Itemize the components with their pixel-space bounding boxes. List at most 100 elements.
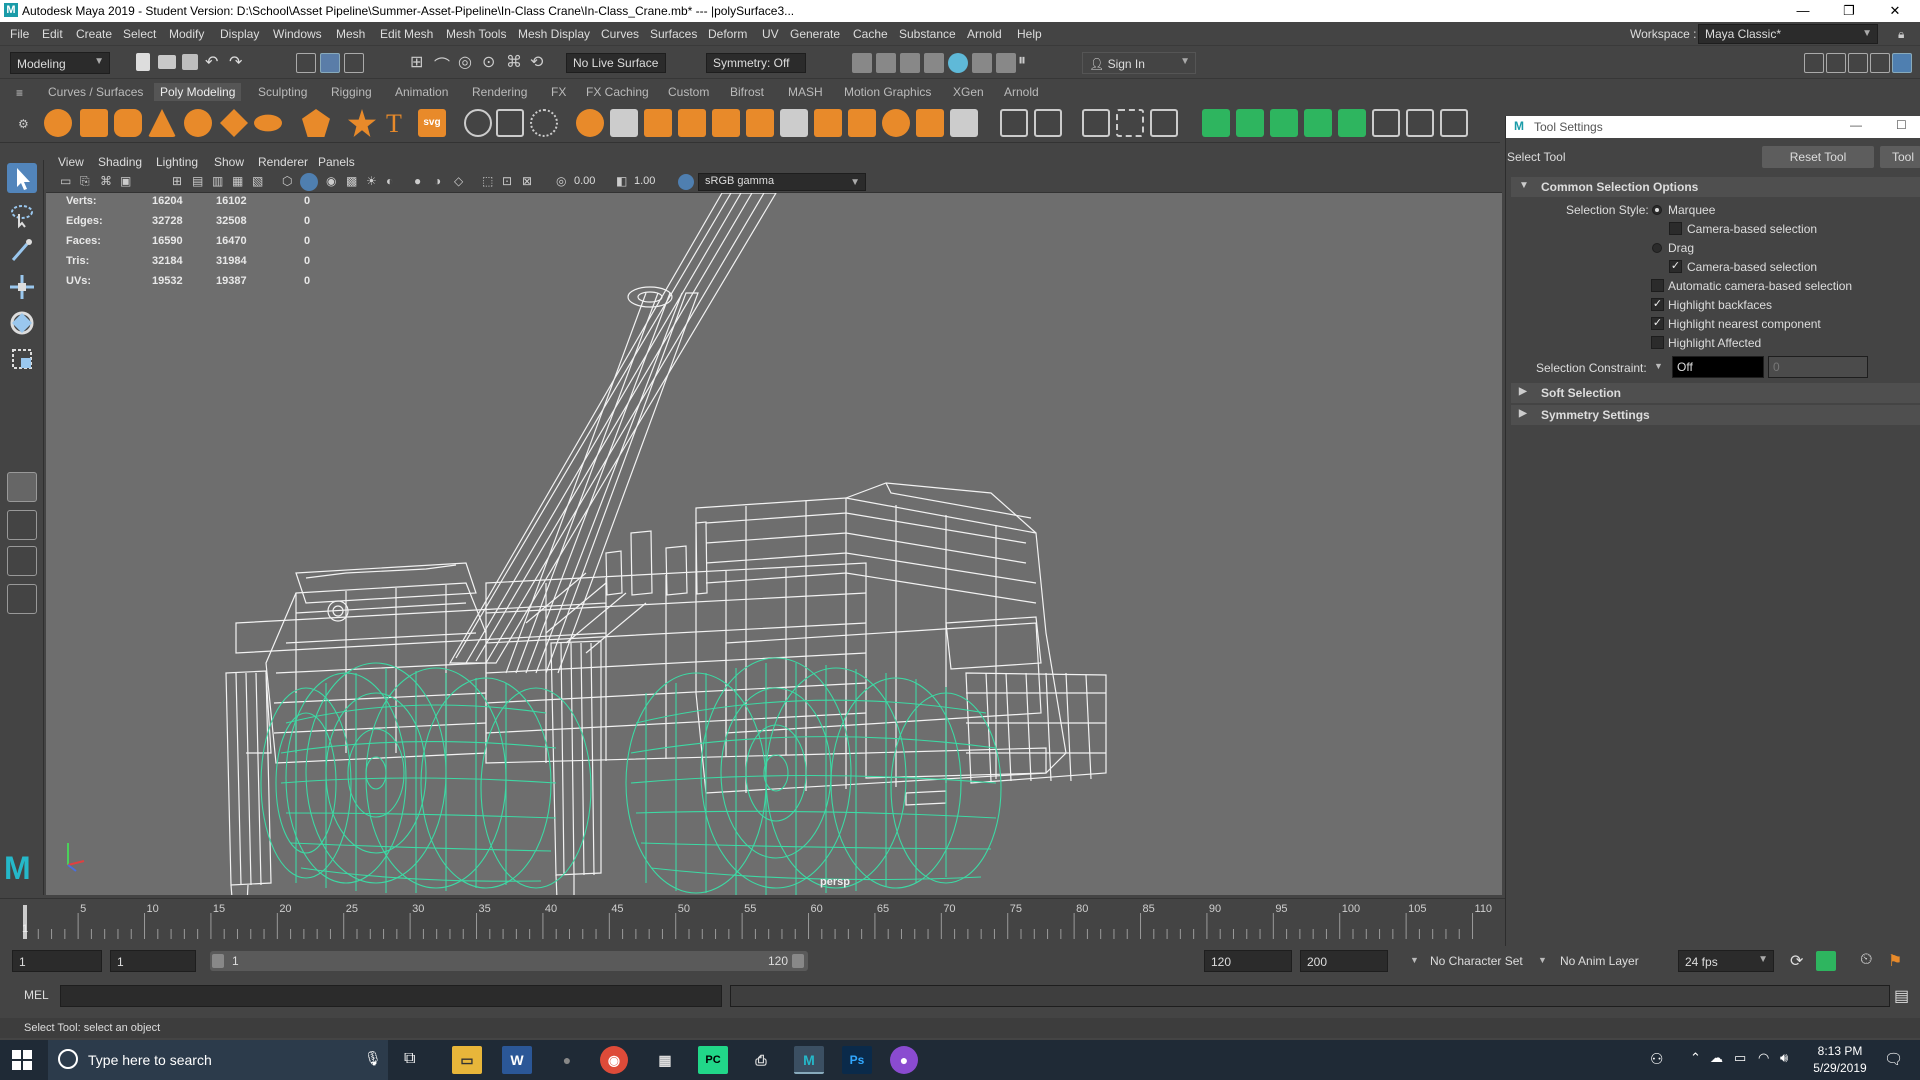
poly-cone-icon[interactable] (148, 109, 176, 137)
film-gate-icon[interactable]: ▤ (192, 174, 203, 188)
clock-time[interactable]: 8:13 PM (1808, 1044, 1872, 1058)
poly-sphere-icon[interactable] (44, 109, 72, 137)
hypershade-icon[interactable] (924, 53, 944, 73)
fill-hole-icon[interactable] (882, 109, 910, 137)
move-tool-icon[interactable] (7, 272, 37, 302)
new-scene-icon[interactable] (136, 53, 150, 71)
separate-icon[interactable] (610, 109, 638, 137)
character-set-chevron-icon[interactable]: ▼ (1410, 955, 1419, 965)
shelf-tab-curves-surfaces[interactable]: Curves / Surfaces (48, 85, 143, 99)
range-end-handle[interactable] (792, 954, 804, 968)
redo-icon[interactable]: ↷ (229, 52, 242, 72)
viewport-menu-renderer[interactable]: Renderer (258, 155, 308, 169)
snap-curve-icon[interactable]: ⌒ (434, 52, 450, 76)
anim-prefs-icon[interactable]: ⏲ (1860, 951, 1872, 969)
resolution-gate-icon[interactable]: ▥ (212, 174, 223, 188)
symmetry-settings-header[interactable]: ▶ Symmetry Settings (1511, 405, 1920, 425)
wifi-icon[interactable]: ◠ (1758, 1050, 1769, 1066)
shelf-tab-animation[interactable]: Animation (395, 85, 448, 99)
poly-disc-icon[interactable] (254, 114, 282, 132)
ipr-render-icon[interactable] (876, 53, 896, 73)
viewport-menu-panels[interactable]: Panels (318, 155, 355, 169)
menu-curves[interactable]: Curves (601, 27, 639, 41)
camera-attributes-icon[interactable]: ⎘ (80, 174, 90, 189)
edit-edge-flow-icon[interactable] (1150, 109, 1178, 137)
devices-icon[interactable]: ⎙ (746, 1046, 776, 1074)
extract-icon[interactable] (644, 109, 672, 137)
particle-tool-icon[interactable] (530, 109, 558, 137)
boolean-icon[interactable] (712, 109, 740, 137)
snap-surface-icon[interactable]: ⌘ (506, 52, 522, 72)
snap-live-icon[interactable]: ⟲ (530, 52, 543, 72)
paint-select-tool-icon[interactable] (7, 236, 37, 266)
shelf-menu-icon[interactable]: ≡ (16, 86, 23, 100)
select-component-icon[interactable] (344, 53, 364, 73)
live-surface-field[interactable]: No Live Surface (566, 53, 666, 73)
highlight-nearest-checkbox[interactable]: ✓ (1651, 317, 1664, 330)
sign-in-dropdown[interactable]: 👤︎ Sign In ▼ (1082, 52, 1196, 74)
shelf-tab-xgen[interactable]: XGen (953, 85, 984, 99)
camera-select-icon[interactable]: ▭ (60, 174, 71, 188)
marquee-radio[interactable] (1652, 205, 1662, 215)
soft-selection-header[interactable]: ▶ Soft Selection (1511, 383, 1920, 403)
photoshop-icon[interactable]: Ps (842, 1046, 872, 1074)
multi-cut-icon[interactable] (1000, 109, 1028, 137)
shelf-tab-bifrost[interactable]: Bifrost (730, 85, 764, 99)
smooth-shade-icon[interactable] (300, 173, 318, 191)
sculpt-tool-icon[interactable] (464, 109, 492, 137)
field-chart-icon[interactable]: ▧ (252, 174, 263, 188)
viewport-menu-shading[interactable]: Shading (98, 155, 142, 169)
word-icon[interactable]: W (502, 1046, 532, 1074)
shelf-tab-custom[interactable]: Custom (668, 85, 709, 99)
save-scene-icon[interactable] (182, 54, 198, 70)
viewport-menu-view[interactable]: View (58, 155, 84, 169)
script-editor-icon[interactable]: ▤ (1894, 986, 1909, 1006)
drag-radio[interactable] (1652, 243, 1662, 253)
range-start-handle[interactable] (212, 954, 224, 968)
shadows-icon[interactable]: ◐ (386, 174, 393, 188)
image-plane-icon[interactable]: ▣ (120, 174, 131, 188)
workspace-dropdown[interactable]: Maya Classic* ▼ (1698, 24, 1878, 44)
onedrive-icon[interactable]: ☁︎ (1710, 1050, 1723, 1066)
undo-icon[interactable]: ↶ (205, 52, 218, 72)
minimize-button[interactable]: — (1780, 0, 1826, 22)
calculator-icon[interactable]: ▦ (650, 1046, 680, 1074)
xray-icon[interactable]: ⊡ (502, 174, 512, 188)
panel-minimize-icon[interactable]: — (1850, 118, 1862, 132)
motion-blur-icon[interactable]: ◑ (434, 174, 441, 188)
menu-help[interactable]: Help (1017, 27, 1042, 41)
lasso-tool-icon[interactable] (7, 200, 37, 230)
channel-box-icon[interactable] (1848, 53, 1868, 73)
scale-tool-icon[interactable] (7, 344, 37, 374)
pause-icon[interactable]: ⏸ (1018, 52, 1026, 70)
playback-start-field[interactable]: 1 (110, 950, 196, 972)
script-language-label[interactable]: MEL (24, 988, 49, 1002)
character-set-label[interactable]: No Character Set (1430, 954, 1523, 968)
shelf-tab-arnold[interactable]: Arnold (1004, 85, 1039, 99)
wireframe-on-shaded-icon[interactable]: ◉ (326, 174, 336, 188)
menu-uv[interactable]: UV (762, 27, 779, 41)
auto-key-icon[interactable] (1816, 951, 1836, 971)
constraint-number-field[interactable]: 0 (1768, 356, 1868, 378)
cylindrical-uv-icon[interactable] (1236, 109, 1264, 137)
persp-outliner-icon[interactable] (7, 546, 37, 576)
shelf-tab-mash[interactable]: MASH (788, 85, 823, 99)
restore-button[interactable]: ❐ (1826, 0, 1872, 22)
menu-generate[interactable]: Generate (790, 27, 840, 41)
open-scene-icon[interactable] (158, 55, 176, 69)
menu-mesh-tools[interactable]: Mesh Tools (446, 27, 506, 41)
planar-uv-icon[interactable] (1202, 109, 1230, 137)
command-input[interactable] (60, 985, 722, 1007)
symmetry-dropdown[interactable]: Symmetry: Off (706, 53, 806, 73)
time-slider[interactable]: 5 10 15 20 25 30 35 40 45 50 55 60 65 70 75 80 85 90 95 100… (0, 898, 1505, 942)
windows-start-icon[interactable] (12, 1050, 32, 1070)
battery-icon[interactable]: ▭ (1734, 1050, 1746, 1066)
tool-settings-icon[interactable] (1892, 53, 1912, 73)
combine-icon[interactable] (576, 109, 604, 137)
shelf-tab-fx[interactable]: FX (551, 85, 566, 99)
highlight-backfaces-checkbox[interactable]: ✓ (1651, 298, 1664, 311)
menu-create[interactable]: Create (76, 27, 112, 41)
poly-torus-icon[interactable] (184, 109, 212, 137)
wedge-icon[interactable] (950, 109, 978, 137)
camera-based-checkbox-1[interactable] (1669, 222, 1682, 235)
